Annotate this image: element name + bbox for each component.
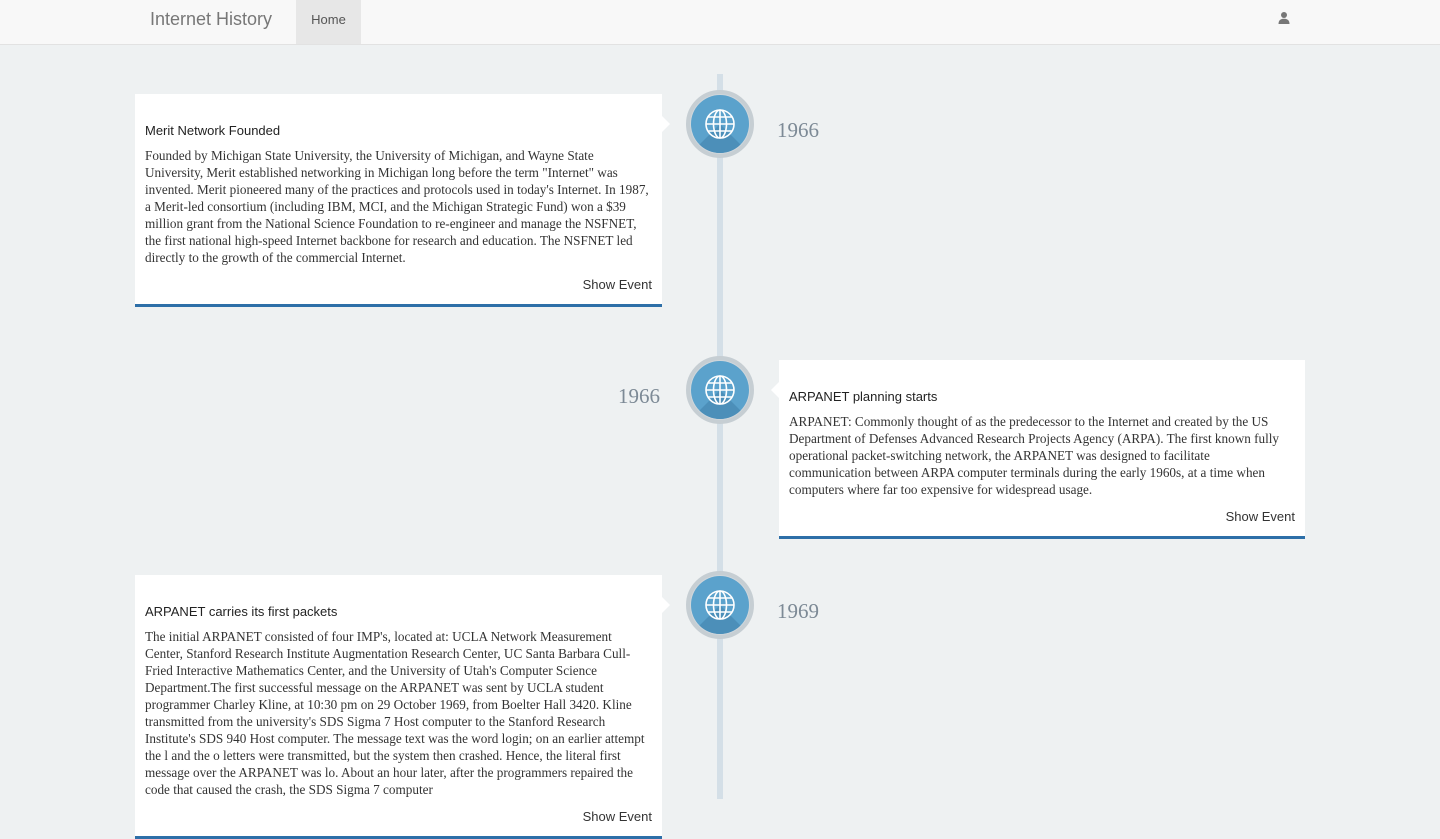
event-year: 1966 (618, 384, 660, 408)
event-year: 1969 (777, 599, 819, 623)
timeline-event-card: ARPANET planning starts ARPANET: Commonl… (771, 360, 1305, 539)
timeline-marker (686, 571, 754, 639)
nav-home-link[interactable]: Home (296, 0, 361, 44)
timeline-event-card: Merit Network Founded Founded by Michiga… (135, 94, 670, 307)
event-title: ARPANET planning starts (789, 389, 938, 404)
event-title: ARPANET carries its first packets (145, 604, 338, 619)
event-description: The initial ARPANET consisted of four IM… (145, 629, 645, 797)
timeline-line (717, 74, 723, 799)
timeline-marker (686, 356, 754, 424)
event-title: Merit Network Founded (145, 123, 281, 138)
timeline-marker (686, 90, 754, 158)
show-event-link[interactable]: Show Event (789, 509, 1295, 536)
brand-link[interactable]: Internet History (150, 8, 272, 30)
navbar: Internet History Home (0, 0, 1440, 45)
event-year: 1966 (777, 118, 819, 142)
event-description: Founded by Michigan State University, th… (145, 148, 649, 265)
user-icon[interactable] (1277, 11, 1291, 25)
show-event-link[interactable]: Show Event (145, 809, 652, 836)
globe-icon (705, 590, 735, 620)
show-event-link[interactable]: Show Event (145, 277, 652, 304)
timeline-event-card: ARPANET carries its first packets The in… (135, 575, 670, 839)
globe-icon (705, 375, 735, 405)
globe-icon (705, 109, 735, 139)
event-description: ARPANET: Commonly thought of as the pred… (789, 414, 1280, 497)
